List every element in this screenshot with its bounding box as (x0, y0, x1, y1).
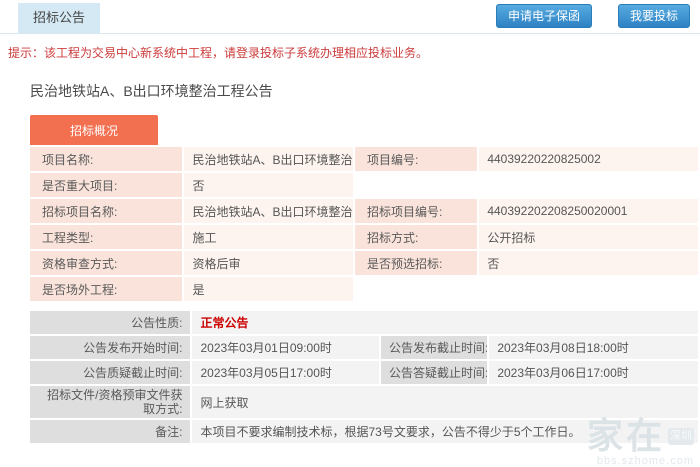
tab-tender-announcement[interactable]: 招标公告 (18, 3, 101, 33)
table-row: 项目名称: 民治地铁站A、B出口环境整治工程 项目编号: 44039220220… (30, 147, 698, 171)
header-buttons: 申请电子保函 我要投标 (495, 4, 690, 33)
apply-e-guarantee-button[interactable]: 申请电子保函 (495, 4, 592, 28)
table-row: 招标文件/资格预审文件获取方式: 网上获取 (30, 386, 698, 418)
tab-tender-overview[interactable]: 招标概况 (30, 115, 158, 145)
table-row: 是否重大项目: 否 (30, 173, 698, 197)
tender-project-name-value: 民治地铁站A、B出口环境整治工程 (184, 199, 353, 223)
szhome-watermark: 家在 深圳 bbs.szhome.com (587, 418, 694, 467)
project-no-label: 项目编号: (354, 147, 478, 171)
tender-project-no-label: 招标项目编号: (354, 199, 478, 223)
remark-label: 备注: (30, 420, 191, 443)
answer-deadline-value: 2023年03月06日17:00时 (489, 361, 698, 384)
tender-method-value: 公开招标 (479, 225, 698, 249)
doc-obtain-value: 网上获取 (192, 386, 698, 418)
project-name-label: 项目名称: (30, 147, 183, 171)
tender-method-label: 招标方式: (354, 225, 478, 249)
doc-obtain-label: 招标文件/资格预审文件获取方式: (30, 386, 191, 418)
project-no-value: 44039220220825002 (479, 147, 698, 171)
publish-start-label: 公告发布开始时间: (30, 336, 191, 359)
watermark-site-url: bbs.szhome.com (596, 455, 694, 467)
tender-project-no-value: 440392202208250020001 (479, 199, 698, 223)
table-row: 公告质疑截止时间: 2023年03月05日17:00时 公告答疑截止时间: 20… (30, 361, 698, 384)
page-title: 民治地铁站A、B出口环境整治工程公告 (30, 83, 273, 99)
preselect-value: 否 (479, 251, 698, 275)
watermark-main-text: 家在 (586, 415, 665, 456)
table-row: 工程类型: 施工 招标方式: 公开招标 (30, 225, 698, 249)
publish-end-value: 2023年03月08日18:00时 (489, 336, 698, 359)
question-deadline-value: 2023年03月05日17:00时 (192, 361, 380, 384)
qualification-review-label: 资格审查方式: (30, 251, 183, 275)
overview-table: 项目名称: 民治地铁站A、B出口环境整治工程 项目编号: 44039220220… (28, 145, 700, 303)
major-project-value: 否 (184, 173, 353, 197)
project-name-value: 民治地铁站A、B出口环境整治工程 (184, 147, 353, 171)
offsite-project-value: 是 (184, 277, 353, 301)
work-type-value: 施工 (184, 225, 353, 249)
table-row: 招标项目名称: 民治地铁站A、B出口环境整治工程 招标项目编号: 4403922… (30, 199, 698, 223)
work-type-label: 工程类型: (30, 225, 183, 249)
preselect-label: 是否预选招标: (354, 251, 478, 275)
table-row: 资格审查方式: 资格后审 是否预选招标: 否 (30, 251, 698, 275)
qualification-review-value: 资格后审 (184, 251, 353, 275)
announcement-nature-label: 公告性质: (30, 311, 191, 334)
publish-start-value: 2023年03月01日09:00时 (192, 336, 380, 359)
major-project-label: 是否重大项目: (30, 173, 183, 197)
table-row: 公告发布开始时间: 2023年03月01日09:00时 公告发布截止时间: 20… (30, 336, 698, 359)
publish-end-label: 公告发布截止时间: (381, 336, 488, 359)
question-deadline-label: 公告质疑截止时间: (30, 361, 191, 384)
answer-deadline-label: 公告答疑截止时间: (381, 361, 488, 384)
table-row: 公告性质: 正常公告 (30, 311, 698, 334)
page-header: 招标公告 申请电子保函 我要投标 (0, 0, 700, 34)
normal-announcement-badge: 正常公告 (200, 316, 249, 330)
watermark-city-badge: 深圳 (668, 427, 694, 445)
empty-cell (354, 277, 698, 301)
notice-text: 提示：该工程为交易中心新系统中工程，请登录投标子系统办理相应投标业务。 (8, 46, 429, 60)
tender-project-name-label: 招标项目名称: (30, 199, 183, 223)
announcement-nature-value: 正常公告 (192, 311, 698, 334)
offsite-project-label: 是否场外工程: (30, 277, 183, 301)
bid-button[interactable]: 我要投标 (617, 4, 690, 28)
table-row: 是否场外工程: 是 (30, 277, 698, 301)
empty-cell (354, 173, 698, 197)
